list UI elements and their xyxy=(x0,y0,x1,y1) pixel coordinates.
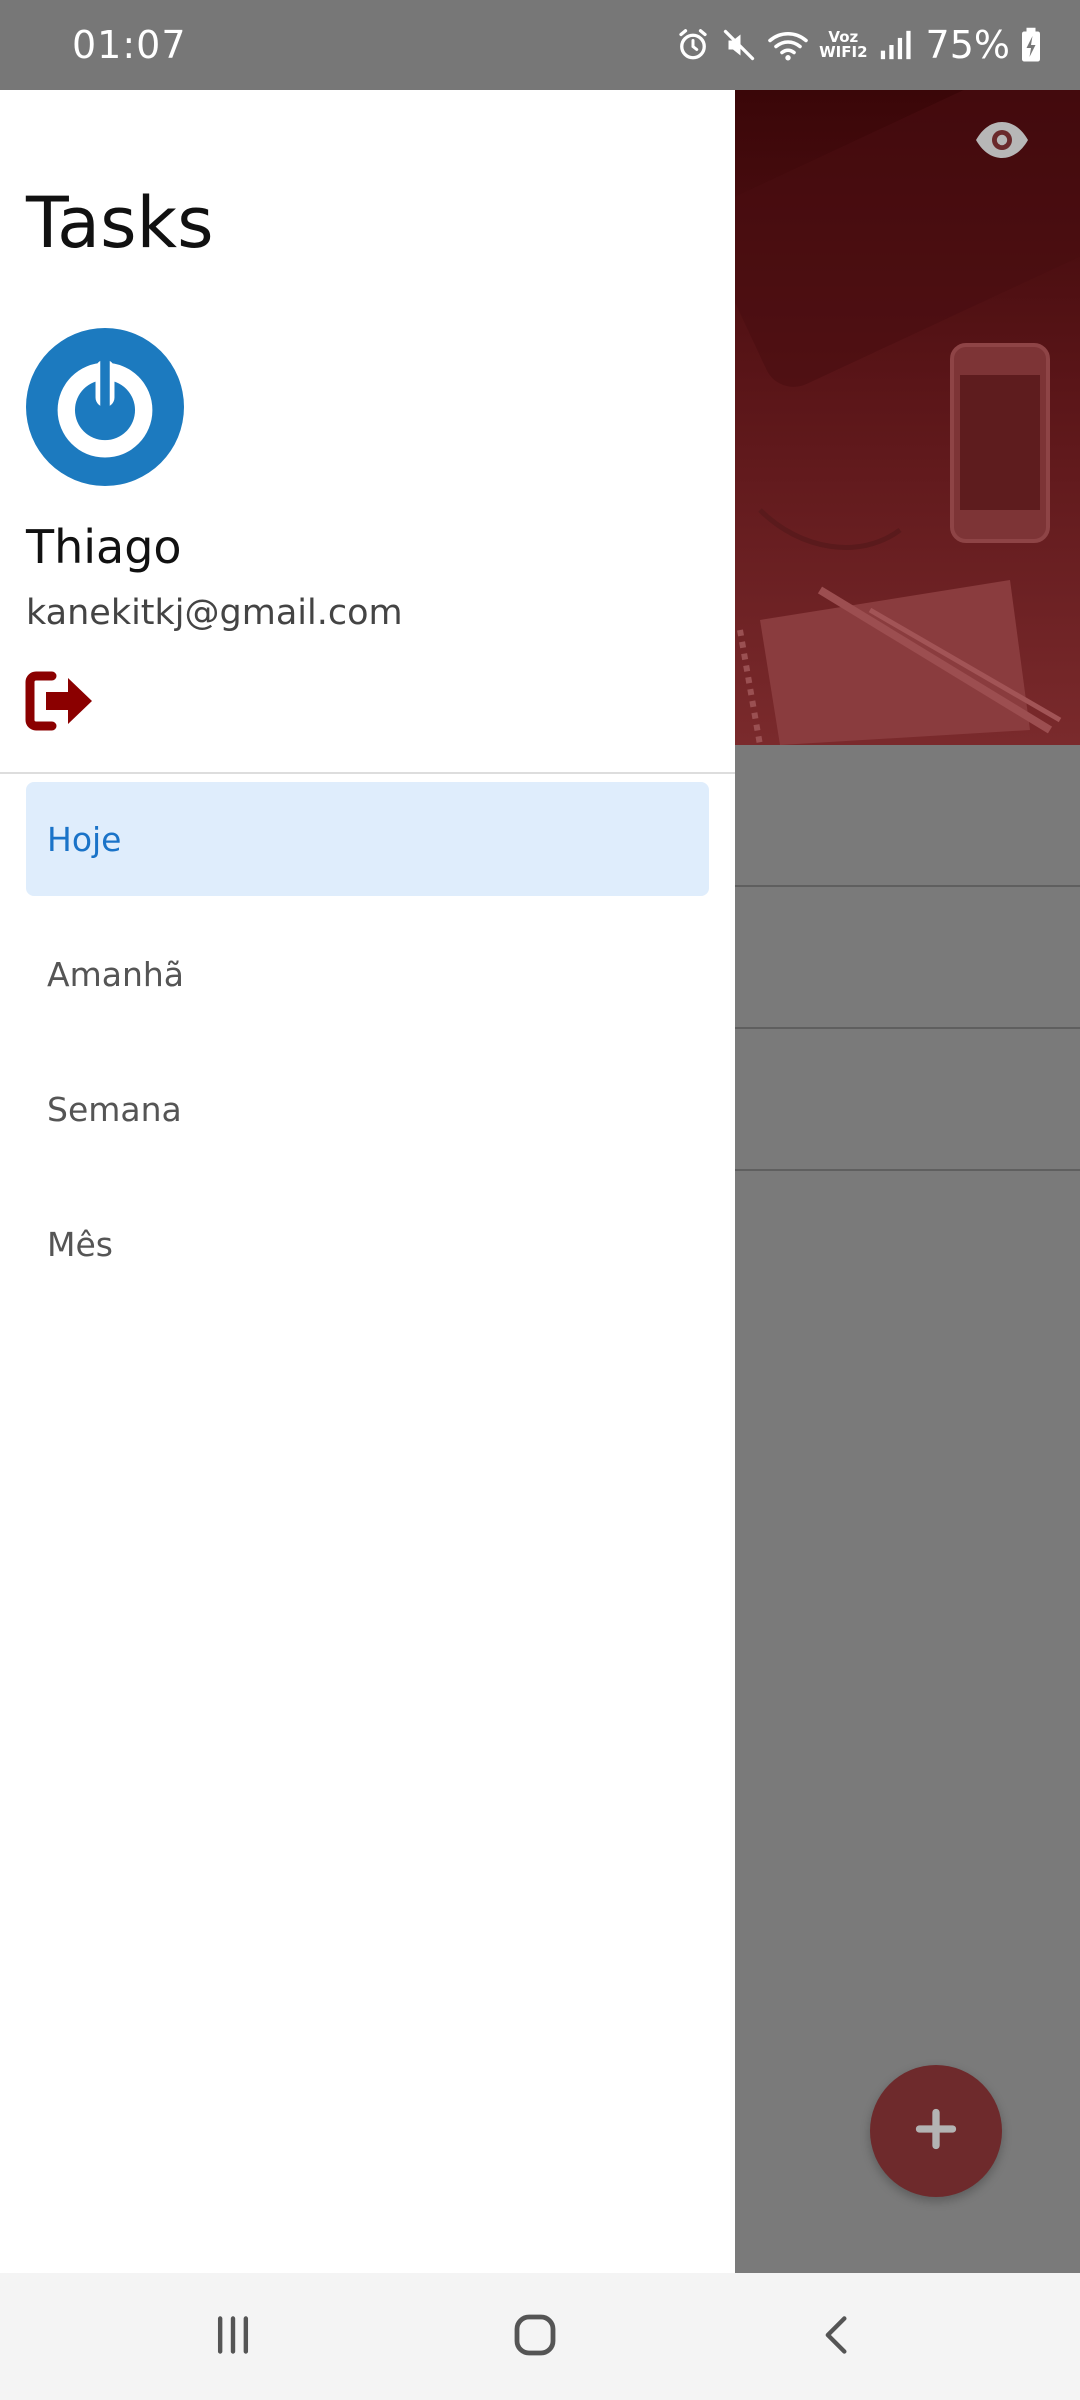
wifi-icon xyxy=(767,27,809,63)
system-nav-bar xyxy=(0,2273,1080,2400)
battery-charging-icon xyxy=(1020,27,1042,63)
drawer-header: Tasks Thiago kanekitkj@gmail.com xyxy=(0,90,735,774)
drawer-menu: Hoje Amanhã Semana Mês xyxy=(0,782,735,1322)
screen: 01:07 Voz WIFI2 75% Tasks Thiago kanekit… xyxy=(0,0,1080,2400)
navigation-drawer: Tasks Thiago kanekitkj@gmail.com Hoje Am… xyxy=(0,90,735,2273)
recent-apps-icon xyxy=(211,2313,255,2361)
menu-item-amanha[interactable]: Amanhã xyxy=(26,917,709,1031)
voz-wifi-indicator: Voz WIFI2 xyxy=(819,30,867,60)
logout-button[interactable] xyxy=(24,670,96,732)
plus-icon xyxy=(914,2107,958,2155)
status-time: 01:07 xyxy=(72,23,187,67)
menu-item-label: Semana xyxy=(47,1089,182,1129)
menu-item-label: Mês xyxy=(47,1224,113,1264)
status-icons: Voz WIFI2 75% xyxy=(675,0,1042,90)
battery-percent: 75% xyxy=(925,23,1010,67)
mute-icon xyxy=(721,27,757,63)
menu-item-label: Hoje xyxy=(47,819,122,859)
menu-item-mes[interactable]: Mês xyxy=(26,1187,709,1301)
home-icon xyxy=(511,2311,559,2363)
home-button[interactable] xyxy=(455,2273,615,2400)
logout-icon xyxy=(25,671,92,731)
back-button[interactable] xyxy=(757,2273,917,2400)
eye-icon[interactable] xyxy=(974,120,1030,164)
avatar[interactable] xyxy=(26,328,184,486)
menu-item-label: Amanhã xyxy=(47,954,184,994)
app-title: Tasks xyxy=(26,182,214,264)
user-name: Thiago xyxy=(26,520,182,574)
status-bar: 01:07 Voz WIFI2 75% xyxy=(0,0,1080,90)
wifi-calling-label: WIFI2 xyxy=(819,43,868,61)
recent-apps-button[interactable] xyxy=(153,2273,313,2400)
menu-item-hoje[interactable]: Hoje xyxy=(26,782,709,896)
alarm-icon xyxy=(675,27,711,63)
power-logo-icon xyxy=(26,328,184,486)
add-task-fab[interactable] xyxy=(870,2065,1002,2197)
back-icon xyxy=(815,2313,859,2361)
user-email: kanekitkj@gmail.com xyxy=(26,593,403,633)
signal-icon xyxy=(878,28,912,62)
menu-item-semana[interactable]: Semana xyxy=(26,1052,709,1166)
